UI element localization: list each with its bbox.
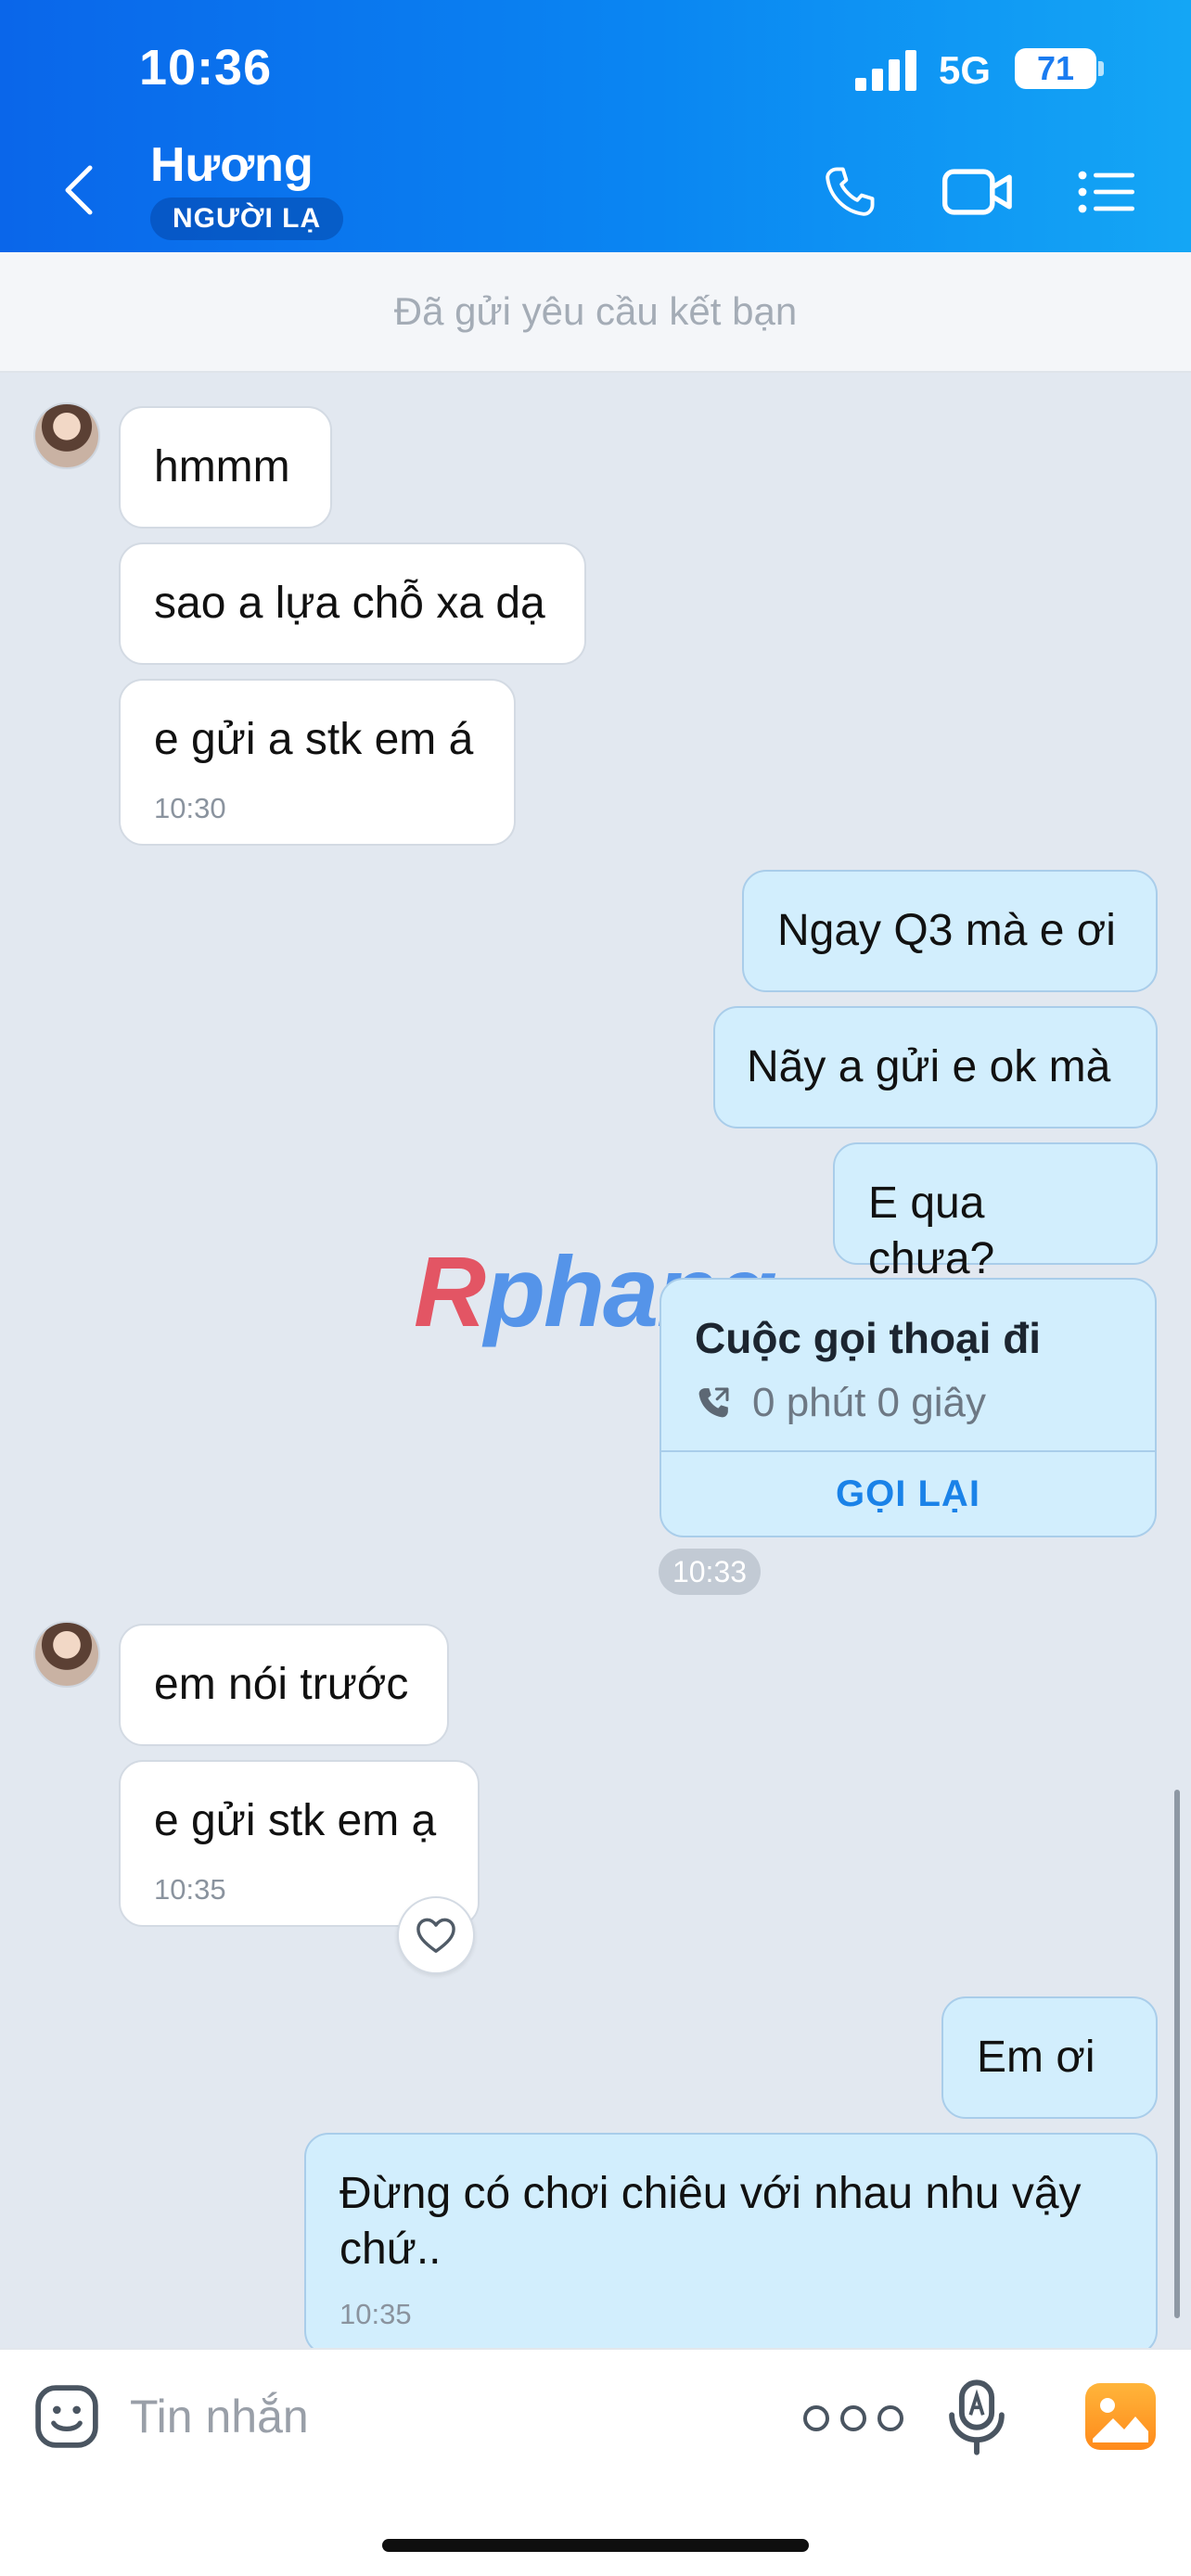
call-timestamp: 10:33: [659, 1549, 761, 1595]
message-bubble-outgoing[interactable]: E qua chưa?: [833, 1142, 1158, 1283]
message-text: hmmm: [154, 442, 290, 491]
react-button[interactable]: [397, 1896, 475, 1974]
photo-gallery-button[interactable]: [1085, 2383, 1156, 2450]
message-bubble-incoming[interactable]: em nói trước: [119, 1624, 449, 1746]
message-text: Ngay Q3 mà e ơi: [777, 906, 1116, 955]
message-text: E qua chưa?: [868, 1179, 995, 1283]
list-menu-icon: [1078, 171, 1134, 213]
avatar[interactable]: [33, 402, 100, 469]
message-input[interactable]: Tin nhắn: [130, 2383, 686, 2450]
message-text: Em ơi: [977, 2033, 1095, 2082]
battery-tip: [1098, 61, 1104, 76]
message-timestamp: 10:35: [154, 1873, 226, 1906]
message-timestamp: 10:35: [339, 2298, 412, 2330]
call-title: Cuộc gọi thoại đi: [695, 1314, 1042, 1362]
more-options-button[interactable]: [803, 2402, 924, 2435]
battery-icon: 71: [1015, 48, 1096, 89]
microphone-icon: [949, 2379, 1005, 2455]
friend-request-text: Đã gửi yêu cầu kết bạn: [393, 289, 798, 333]
voice-call-button[interactable]: [816, 158, 883, 226]
message-bubble-incoming[interactable]: hmmm: [119, 406, 332, 529]
signal-icon: [855, 48, 920, 91]
call-card[interactable]: Cuộc gọi thoại đi 0 phút 0 giây GỌI LẠI: [660, 1278, 1157, 1537]
video-camera-icon: [941, 169, 1012, 215]
image-icon: [1093, 2398, 1148, 2442]
friend-request-banner: Đã gửi yêu cầu kết bạn: [0, 252, 1191, 373]
heart-icon: [416, 1918, 455, 1953]
video-call-button[interactable]: [941, 158, 1015, 226]
message-bubble-incoming[interactable]: sao a lựa chỗ xa dạ: [119, 542, 586, 665]
message-text: Đừng có chơi chiêu với nhau nhu vậy chứ.…: [339, 2169, 1082, 2274]
phone-icon: [826, 167, 875, 216]
message-text: Nãy a gửi e ok mà: [747, 1042, 1111, 1091]
contact-name[interactable]: Hương: [150, 137, 314, 193]
avatar[interactable]: [33, 1621, 100, 1688]
message-text: em nói trước: [154, 1660, 409, 1709]
message-bubble-incoming[interactable]: e gửi a stk em á 10:30: [119, 679, 516, 846]
message-bubble-outgoing[interactable]: Em ơi: [941, 1996, 1158, 2119]
message-bubble-outgoing[interactable]: Ngay Q3 mà e ơi: [742, 870, 1158, 992]
message-timestamp: 10:30: [154, 792, 226, 824]
scrollbar[interactable]: [1174, 1790, 1180, 2318]
battery-level: 71: [1036, 49, 1075, 87]
call-back-button[interactable]: GỌI LẠI: [661, 1452, 1155, 1536]
menu-button[interactable]: [1076, 158, 1137, 226]
stranger-badge: NGƯỜI LẠ: [150, 198, 344, 240]
chevron-left-icon: [65, 165, 93, 215]
sticker-button[interactable]: [32, 2381, 102, 2452]
message-bubble-outgoing[interactable]: Đừng có chơi chiêu với nhau nhu vậy chứ.…: [304, 2133, 1158, 2355]
message-text: sao a lựa chỗ xa dạ: [154, 579, 545, 628]
sticker-icon: [35, 2385, 98, 2448]
message-bubble-outgoing[interactable]: Nãy a gửi e ok mà: [713, 1006, 1158, 1129]
network-label: 5G: [939, 48, 992, 92]
back-button[interactable]: [56, 158, 102, 223]
message-text: e gửi a stk em á: [154, 715, 474, 764]
message-text: e gửi stk em ạ: [154, 1796, 437, 1845]
outgoing-call-icon: [698, 1387, 729, 1418]
call-duration-row: 0 phút 0 giây: [695, 1380, 986, 1426]
home-indicator: [382, 2539, 809, 2552]
call-duration: 0 phút 0 giây: [752, 1380, 986, 1425]
status-time: 10:36: [139, 40, 273, 96]
voice-message-button[interactable]: [946, 2378, 1007, 2457]
chat-header: 10:36 5G 71 Hương NGƯỜI LẠ: [0, 0, 1191, 252]
